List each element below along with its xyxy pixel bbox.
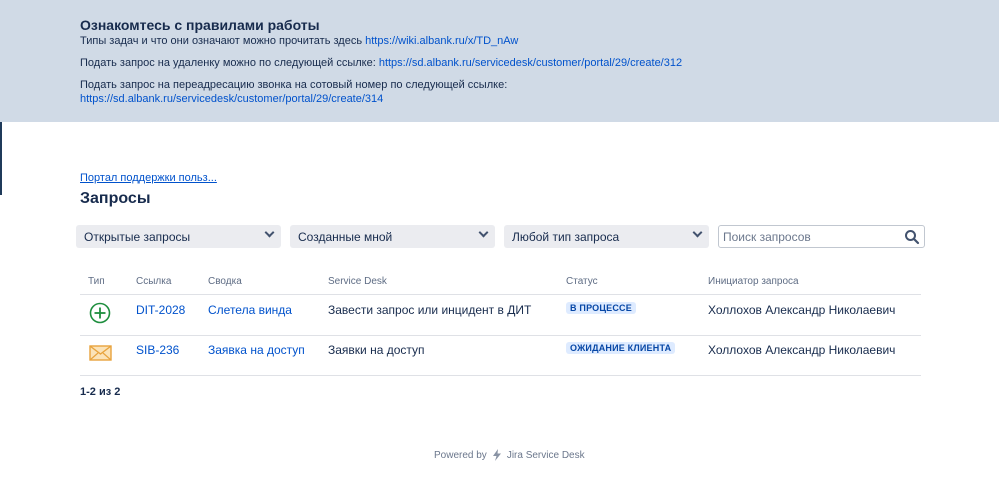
owner-filter-select[interactable]: Созданные мной bbox=[290, 225, 495, 248]
banner-line-3-text: Подать запрос на переадресацию звонка на… bbox=[80, 79, 508, 91]
plus-circle-icon bbox=[89, 302, 111, 324]
status-badge: ОЖИДАНИЕ КЛИЕНТА bbox=[566, 342, 676, 354]
jira-service-desk-link[interactable]: Jira Service Desk bbox=[507, 450, 585, 461]
call-forward-link[interactable]: https://sd.albank.ru/servicedesk/custome… bbox=[80, 93, 383, 105]
col-header-summary: Сводка bbox=[208, 276, 242, 287]
service-desk-name: Завести запрос или инцидент в ДИТ bbox=[328, 303, 532, 317]
banner-line-3: https://sd.albank.ru/servicedesk/custome… bbox=[80, 93, 383, 105]
col-header-key: Ссылка bbox=[136, 276, 172, 287]
page-title: Запросы bbox=[80, 190, 151, 207]
chevron-down-icon bbox=[264, 227, 275, 238]
search-input[interactable] bbox=[718, 225, 925, 248]
banner-line-1: Типы задач и что они означают можно проч… bbox=[80, 35, 518, 47]
pagination-count: 1-2 из 2 bbox=[80, 386, 121, 398]
banner-line-1-text: Типы задач и что они означают можно проч… bbox=[80, 35, 366, 47]
issue-key-link[interactable]: SIB-236 bbox=[136, 343, 179, 357]
breadcrumb-portal[interactable]: Портал поддержки польз... bbox=[80, 172, 217, 184]
table-divider bbox=[80, 294, 921, 295]
issue-key-link[interactable]: DIT-2028 bbox=[136, 303, 185, 317]
issue-summary-link[interactable]: Слетела винда bbox=[208, 303, 292, 317]
envelope-icon bbox=[89, 345, 112, 361]
col-header-status: Статус bbox=[566, 276, 598, 287]
col-header-service-desk: Service Desk bbox=[328, 276, 387, 287]
col-header-type: Тип bbox=[88, 276, 105, 287]
col-header-reporter: Инициатор запроса bbox=[708, 276, 799, 287]
banner-title: Ознакомтесь с правилами работы bbox=[80, 17, 320, 33]
table-divider bbox=[80, 335, 921, 336]
powered-by-text: Powered by bbox=[434, 449, 487, 461]
owner-filter-value: Созданные мной bbox=[298, 230, 393, 244]
announcement-banner: Ознакомтесь с правилами работы Типы зада… bbox=[0, 0, 999, 122]
chevron-down-icon bbox=[478, 227, 489, 238]
status-filter-value: Открытые запросы bbox=[84, 230, 191, 244]
footer: Powered by Jira Service Desk bbox=[434, 449, 585, 461]
banner-line-2-text: Подать запрос на удаленку можно по следу… bbox=[80, 57, 379, 69]
wiki-link[interactable]: https://wiki.albank.ru/x/TD_nAw bbox=[365, 35, 518, 47]
remote-request-link[interactable]: https://sd.albank.ru/servicedesk/custome… bbox=[379, 57, 682, 69]
type-filter-value: Любой тип запроса bbox=[512, 230, 620, 244]
reporter-name: Холлохов Александр Николаевич bbox=[708, 303, 896, 317]
type-filter-select[interactable]: Любой тип запроса bbox=[504, 225, 709, 248]
banner-line-2: Подать запрос на удаленку можно по следу… bbox=[80, 57, 682, 69]
status-filter-select[interactable]: Открытые запросы bbox=[76, 225, 281, 248]
service-desk-name: Заявки на доступ bbox=[328, 343, 425, 357]
jira-logo-icon bbox=[492, 449, 501, 461]
issue-summary-link[interactable]: Заявка на доступ bbox=[208, 343, 305, 357]
chevron-down-icon bbox=[692, 227, 703, 238]
table-divider bbox=[80, 375, 921, 376]
search-icon[interactable] bbox=[904, 229, 920, 245]
reporter-name: Холлохов Александр Николаевич bbox=[708, 343, 896, 357]
status-badge: В ПРОЦЕССЕ bbox=[566, 302, 636, 314]
